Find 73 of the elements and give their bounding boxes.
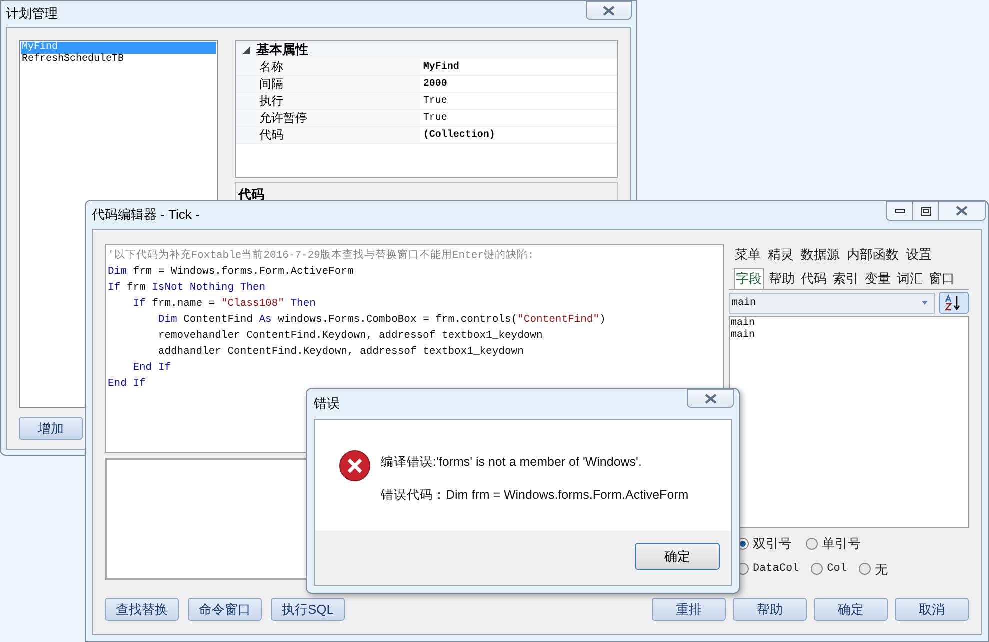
dropdown[interactable]: main — [728, 292, 935, 314]
radio-label: DataCol — [752, 562, 800, 577]
code-line: If frm.name = "Class108" Then — [132, 297, 317, 312]
tab[interactable]: 菜单 — [734, 246, 761, 264]
property-value[interactable]: 2000 — [420, 76, 617, 92]
category-label: 基本属性 — [256, 41, 308, 60]
panel-heading: 代码 — [238, 187, 264, 202]
dialog-button[interactable]: 确定 — [814, 598, 888, 621]
error-message: 编译错误:'forms' is not a member of 'Windows'. — [381, 454, 643, 471]
close-icon — [956, 206, 968, 216]
maximize-button[interactable] — [913, 201, 939, 221]
window-title: 代码编辑器 - Tick - — [92, 206, 200, 224]
tab[interactable]: 帮助 — [768, 269, 796, 289]
error-icon — [339, 450, 371, 482]
tab[interactable]: 字段 — [734, 268, 764, 289]
dialog-button[interactable]: 帮助 — [733, 598, 807, 621]
property-name: 执行 — [256, 93, 420, 109]
tab[interactable]: 窗口 — [928, 269, 956, 289]
radio-label: Col — [827, 562, 847, 577]
code-line: removehandler ContentFind.Keydown, addressof textbox1_keydown — [157, 329, 544, 344]
tab[interactable]: 精灵 — [768, 246, 794, 264]
radio-label: 单引号 — [822, 535, 861, 553]
maximize-icon — [920, 206, 930, 216]
radio-button[interactable] — [858, 563, 871, 576]
property-name: 名称 — [256, 59, 420, 75]
code-line: End If — [132, 361, 172, 376]
tab[interactable]: 设置 — [906, 246, 932, 264]
tab[interactable]: 代码 — [800, 269, 828, 289]
tab[interactable]: 数据源 — [800, 246, 840, 264]
radio-button[interactable] — [806, 538, 818, 550]
list-item[interactable]: main — [730, 330, 968, 342]
property-name: 间隔 — [256, 76, 420, 92]
property-value[interactable]: True — [420, 93, 617, 109]
property-name: 允许暂停 — [256, 110, 420, 126]
code-line: Dim ContentFind As windows.Forms.ComboBox = frm.controls("ContentFind") — [157, 313, 607, 328]
close-icon — [603, 6, 615, 16]
list-item[interactable]: main — [730, 318, 968, 330]
expand-icon[interactable] — [242, 46, 250, 54]
ok-button[interactable]: 确定 — [635, 543, 720, 570]
property-name: 代码 — [256, 127, 420, 143]
code-line: End If — [108, 377, 147, 392]
property-value[interactable]: (Collection) — [420, 127, 617, 143]
task-item[interactable]: RefreshScheduleTB — [21, 54, 216, 66]
dialog-button[interactable]: 查找替换 — [105, 598, 179, 621]
close-button[interactable] — [586, 1, 632, 20]
window-title: 计划管理 — [6, 5, 58, 24]
minimize-button[interactable] — [886, 201, 913, 221]
tab[interactable]: 内部函数 — [846, 246, 899, 264]
radio-button[interactable] — [811, 563, 824, 576]
code-line: addhandler ContentFind.Keydown, addressof textbox1_keydown — [157, 345, 525, 360]
property-value[interactable]: MyFind — [420, 59, 617, 75]
sort-button[interactable] — [939, 292, 969, 314]
tab[interactable]: 变量 — [864, 269, 892, 289]
property-value[interactable]: True — [420, 110, 617, 126]
dialog-button[interactable]: 增加 — [19, 417, 83, 440]
code-line: If frm IsNot Nothing Then — [108, 281, 267, 296]
close-button[interactable] — [939, 201, 986, 221]
dropdown-icon — [922, 301, 928, 305]
code-line: '以下代码为补充Foxtable当前2016-7-29版本查找与替换窗口不能用Enter键的缺陷: — [108, 248, 536, 264]
dialog-button[interactable]: 命令窗口 — [188, 598, 262, 621]
dialog-button[interactable]: 重排 — [652, 598, 726, 621]
dialog-title: 错误 — [314, 395, 340, 414]
radio-label: 双引号 — [752, 535, 792, 553]
tab[interactable]: 词汇 — [896, 269, 924, 289]
code-line: Dim frm = Windows.forms.Form.ActiveForm — [108, 265, 355, 280]
error-detail: 错误代码：Dim frm = Windows.forms.Form.ActiveForm — [381, 486, 689, 504]
minimize-icon — [894, 209, 904, 213]
tab[interactable]: 索引 — [832, 269, 860, 289]
dialog-button[interactable]: 取消 — [895, 598, 969, 621]
close-button[interactable] — [687, 389, 734, 408]
close-icon — [704, 394, 716, 404]
dialog-button[interactable]: 执行SQL — [271, 598, 345, 621]
radio-label: 无 — [874, 560, 888, 578]
